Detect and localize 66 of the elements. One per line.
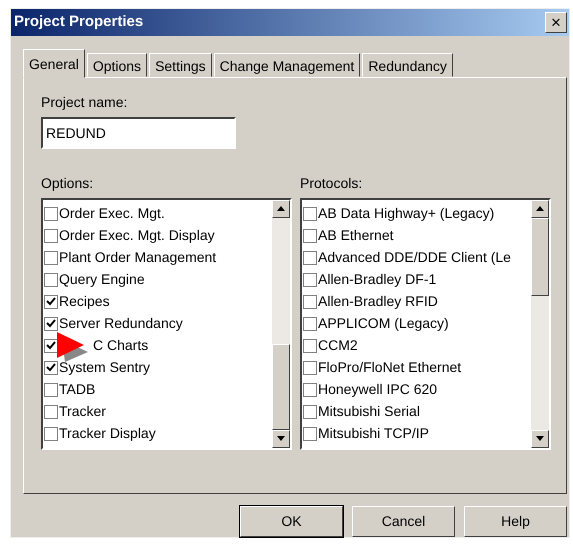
checkbox[interactable] bbox=[303, 382, 317, 397]
checkbox[interactable] bbox=[44, 426, 58, 441]
item-label: Tracker Display bbox=[59, 424, 156, 444]
item-label: Mitsubishi TCP/IP bbox=[318, 424, 429, 444]
checkbox[interactable] bbox=[303, 316, 317, 331]
item-label: Recipes bbox=[59, 292, 110, 312]
scroll-down-icon[interactable] bbox=[272, 430, 290, 448]
dialog-button[interactable]: OK bbox=[240, 506, 343, 537]
checkbox[interactable] bbox=[303, 250, 317, 265]
checkbox[interactable] bbox=[303, 272, 317, 287]
item-label: Order Exec. Mgt. bbox=[59, 204, 165, 224]
scroll-up-icon[interactable] bbox=[272, 200, 290, 218]
item-label: Order Exec. Mgt. Display bbox=[59, 226, 215, 246]
list-label: Options: bbox=[41, 174, 94, 193]
list-label: Protocols: bbox=[300, 174, 364, 193]
checkbox[interactable] bbox=[44, 338, 58, 353]
checkbox[interactable] bbox=[303, 228, 317, 243]
item-label: TADB bbox=[59, 380, 96, 400]
scrollbar[interactable] bbox=[272, 200, 290, 448]
checkbox[interactable] bbox=[44, 228, 58, 243]
window-title: Project Properties bbox=[14, 12, 144, 32]
dialog-button[interactable]: Cancel bbox=[352, 506, 455, 537]
checkbox[interactable] bbox=[44, 272, 58, 287]
checkbox[interactable] bbox=[303, 404, 317, 419]
item-label: Plant Order Management bbox=[59, 248, 216, 268]
tab[interactable]: Options bbox=[86, 52, 148, 77]
item-label: CCM2 bbox=[318, 336, 358, 356]
scroll-down-icon[interactable] bbox=[531, 430, 549, 448]
item-label: Advanced DDE/DDE Client (Le bbox=[318, 248, 511, 268]
close-button[interactable]: × bbox=[545, 12, 567, 33]
project-name-field[interactable]: REDUND bbox=[41, 116, 236, 149]
checkbox[interactable] bbox=[303, 294, 317, 309]
item-label: APPLICOM (Legacy) bbox=[318, 314, 449, 334]
scroll-thumb[interactable] bbox=[272, 344, 290, 430]
scroll-up-icon[interactable] bbox=[531, 200, 549, 218]
scrollbar[interactable] bbox=[531, 200, 549, 448]
item-label: Allen-Bradley DF-1 bbox=[318, 270, 436, 290]
checkbox[interactable] bbox=[44, 404, 58, 419]
item-label: Query Engine bbox=[59, 270, 145, 290]
checkbox[interactable] bbox=[44, 294, 58, 309]
item-label: Mitsubishi Serial bbox=[318, 402, 420, 422]
checkbox[interactable] bbox=[303, 426, 317, 441]
item-label: Allen-Bradley RFID bbox=[318, 292, 438, 312]
tab[interactable]: Change Management bbox=[214, 52, 360, 77]
item-label: System Sentry bbox=[59, 358, 150, 378]
field-label: Project name: bbox=[41, 92, 128, 112]
item-label: AB Ethernet bbox=[318, 226, 394, 246]
checkbox[interactable] bbox=[44, 316, 58, 331]
checkbox[interactable] bbox=[303, 338, 317, 353]
item-label: C Charts bbox=[93, 336, 148, 356]
item-label: FloPro/FloNet Ethernet bbox=[318, 358, 462, 378]
checkbox[interactable] bbox=[303, 360, 317, 375]
item-label: AB Data Highway+ (Legacy) bbox=[318, 204, 494, 224]
checkbox[interactable] bbox=[44, 382, 58, 397]
checkbox[interactable] bbox=[44, 250, 58, 265]
dialog-button[interactable]: Help bbox=[464, 506, 567, 537]
item-label: Tracker bbox=[59, 402, 106, 422]
scroll-thumb[interactable] bbox=[531, 218, 549, 296]
checkbox[interactable] bbox=[44, 206, 58, 221]
checkbox[interactable] bbox=[303, 206, 317, 221]
checkbox[interactable] bbox=[44, 360, 58, 375]
tab[interactable]: Redundancy bbox=[362, 52, 453, 77]
item-label: Server Redundancy bbox=[59, 314, 183, 334]
item-label: Honeywell IPC 620 bbox=[318, 380, 438, 400]
tab[interactable]: Settings bbox=[149, 52, 212, 77]
tab[interactable]: General bbox=[23, 48, 85, 78]
